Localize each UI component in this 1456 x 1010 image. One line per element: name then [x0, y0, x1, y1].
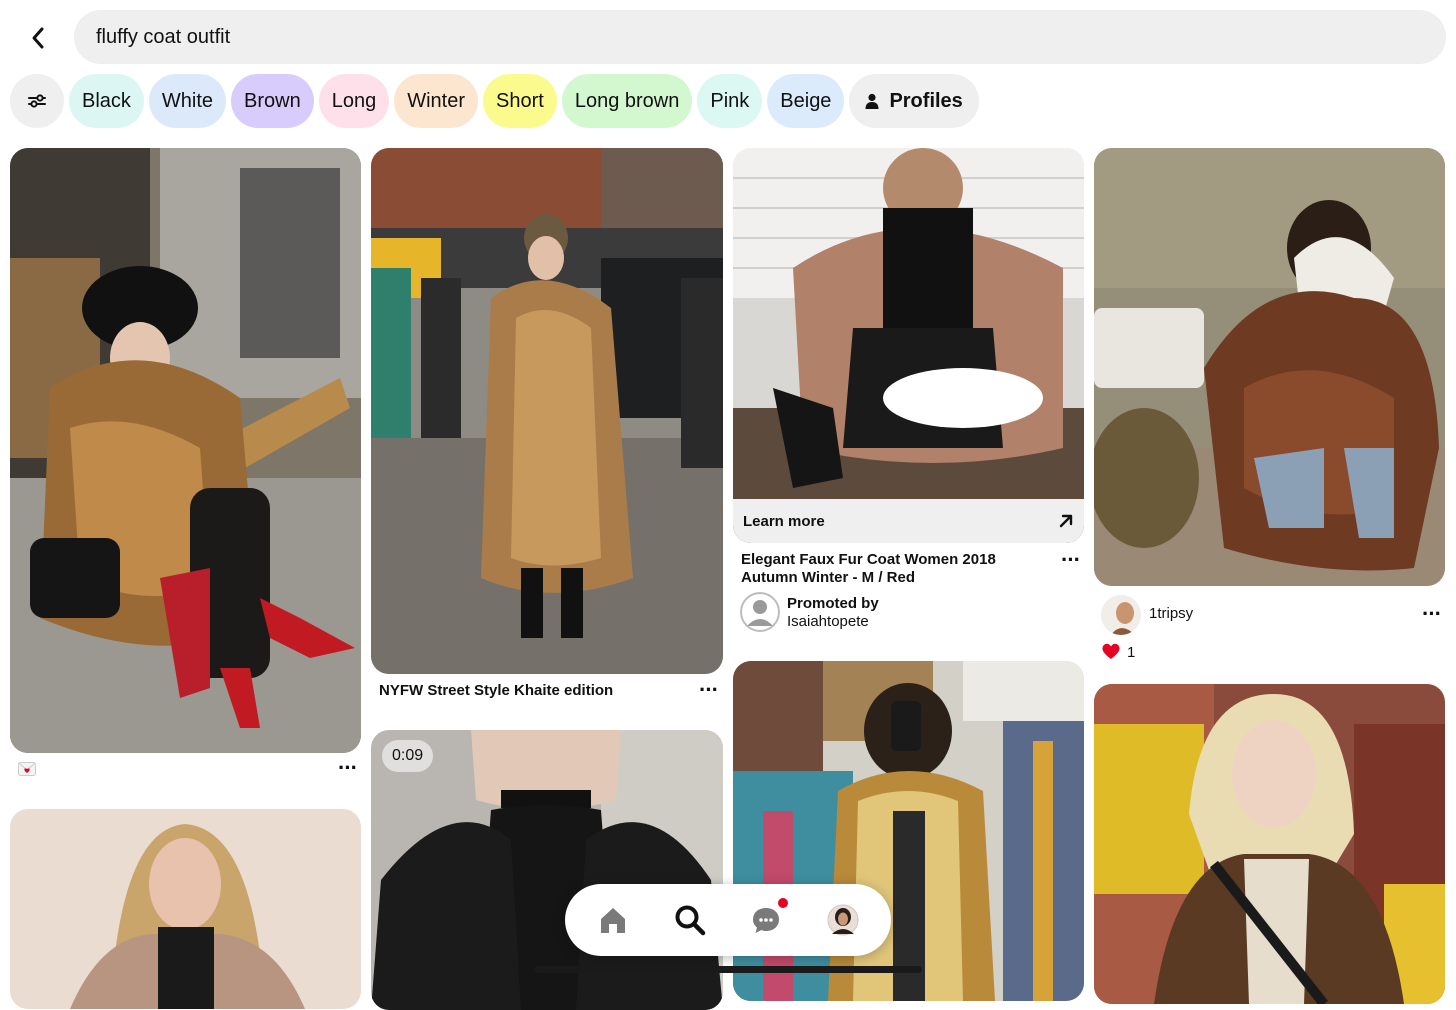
- love-letter-icon: [18, 762, 36, 776]
- bottom-navigation: [565, 884, 891, 956]
- pin-more-options-button[interactable]: ···: [338, 757, 358, 779]
- chip-beige[interactable]: Beige: [767, 74, 845, 128]
- sliders-icon: [28, 94, 46, 108]
- pin-image-blonde-brown-coat[interactable]: [1094, 684, 1445, 1004]
- chevron-left-icon: [32, 27, 44, 49]
- promoted-by-label: Promoted by: [787, 595, 879, 612]
- chat-bubble-icon: [753, 908, 780, 933]
- pin-more-options-button[interactable]: ···: [699, 679, 719, 701]
- pin-caption-emoji: [18, 762, 36, 776]
- nav-messages-button[interactable]: [744, 898, 789, 942]
- chip-long-brown[interactable]: Long brown: [561, 74, 693, 128]
- reaction-count: 1: [1127, 644, 1136, 661]
- chip-profiles[interactable]: Profiles: [849, 74, 979, 128]
- pin-image-teddy-jacket[interactable]: [733, 148, 1084, 543]
- user-photo-icon: [1101, 595, 1141, 635]
- pin-username[interactable]: 1tripsy: [1149, 605, 1193, 622]
- promoter-name[interactable]: Isaiahtopete: [787, 613, 869, 630]
- pin-title[interactable]: NYFW Street Style Khaite edition: [379, 682, 679, 700]
- nav-search-button[interactable]: [668, 898, 712, 942]
- pin-image-street-style-long-fur[interactable]: [371, 148, 723, 674]
- search-bar[interactable]: [74, 10, 1446, 64]
- promoter-avatar[interactable]: [740, 592, 780, 632]
- home-icon: [601, 908, 626, 933]
- pin-more-options-button[interactable]: ···: [1061, 549, 1081, 571]
- learn-more-label: Learn more: [743, 512, 825, 530]
- home-indicator: [534, 966, 922, 973]
- chip-long[interactable]: Long: [318, 74, 390, 128]
- arrow-up-right-icon: [1059, 514, 1073, 528]
- nav-profile-button[interactable]: [821, 898, 865, 942]
- chip-pink[interactable]: Pink: [697, 74, 763, 128]
- search-icon: [675, 905, 705, 936]
- chip-brown[interactable]: Brown: [231, 74, 314, 128]
- filter-button[interactable]: [10, 74, 64, 128]
- pin-more-options-button[interactable]: ···: [1422, 603, 1442, 625]
- user-avatar[interactable]: [1101, 595, 1141, 635]
- pin-image-brown-fur-hoodie[interactable]: [1094, 148, 1445, 586]
- back-button[interactable]: [18, 18, 58, 58]
- nav-home-button[interactable]: [591, 898, 635, 942]
- chip-winter[interactable]: Winter: [394, 74, 479, 128]
- person-icon: [865, 93, 879, 109]
- search-input[interactable]: [94, 24, 1426, 50]
- notification-dot: [778, 898, 789, 908]
- default-avatar-icon: [740, 592, 780, 632]
- profile-avatar-icon: [827, 904, 859, 936]
- pin-title[interactable]: Elegant Faux Fur Coat Women 2018 Autumn …: [741, 551, 1041, 587]
- video-duration-badge: 0:09: [382, 740, 434, 772]
- reaction-heart-icon: [1101, 642, 1121, 660]
- filter-chip-row: Black White Brown Long Winter Short Long…: [10, 74, 979, 128]
- pin-image-teddy-coat-blonde[interactable]: [10, 809, 361, 1009]
- chip-short[interactable]: Short: [483, 74, 557, 128]
- chip-profiles-label: Profiles: [889, 89, 963, 112]
- chip-white[interactable]: White: [148, 74, 227, 128]
- chip-black[interactable]: Black: [69, 74, 144, 128]
- learn-more-button[interactable]: Learn more: [733, 499, 1084, 543]
- pin-image-fur-coat-bench[interactable]: [10, 148, 361, 753]
